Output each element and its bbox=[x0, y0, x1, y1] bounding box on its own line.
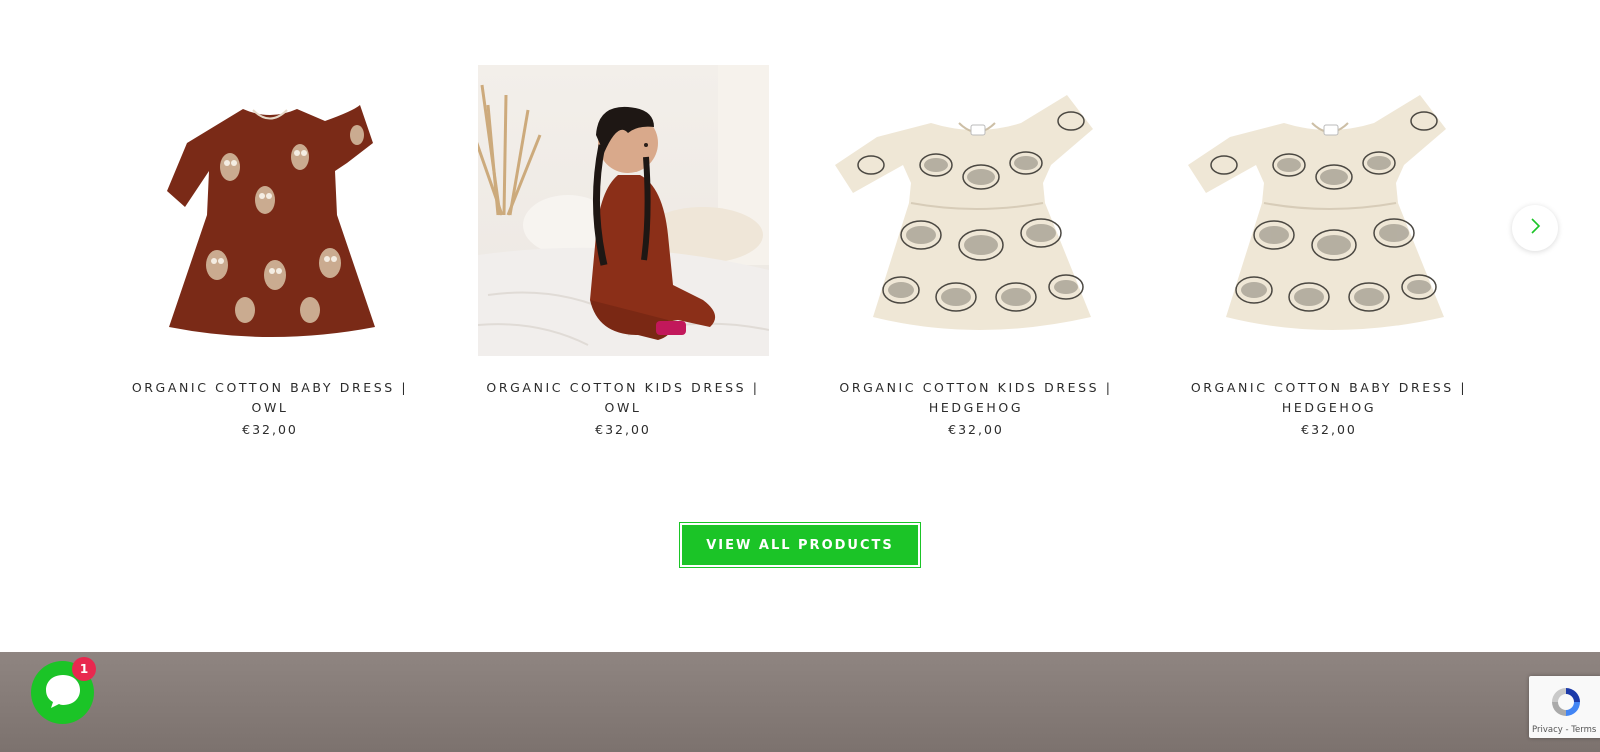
product-image[interactable] bbox=[1183, 65, 1475, 356]
product-title-line: ORGANIC COTTON BABY DRESS | bbox=[1190, 380, 1468, 395]
product-title-line: OWL bbox=[604, 400, 642, 415]
product-title-line: ORGANIC COTTON BABY DRESS | bbox=[131, 380, 409, 395]
hedgehog-dress-image bbox=[1183, 65, 1475, 356]
product-title-line: HEDGEHOG bbox=[928, 400, 1024, 415]
product-image[interactable] bbox=[477, 65, 769, 356]
page: ORGANIC COTTON BABY DRESS | OWL €32,00 O… bbox=[0, 0, 1600, 752]
product-title-line: ORGANIC COTTON KIDS DRESS | bbox=[486, 380, 760, 395]
hedgehog-dress-image bbox=[830, 65, 1122, 356]
product-image[interactable] bbox=[830, 65, 1122, 356]
product-card[interactable]: ORGANIC COTTON BABY DRESS | HEDGEHOG €32… bbox=[1179, 65, 1479, 437]
product-title[interactable]: ORGANIC COTTON BABY DRESS | HEDGEHOG bbox=[1179, 378, 1479, 418]
view-all-products-button[interactable]: VIEW ALL PRODUCTS bbox=[679, 522, 921, 568]
product-title[interactable]: ORGANIC COTTON BABY DRESS | OWL bbox=[120, 378, 420, 418]
product-price: €32,00 bbox=[242, 422, 298, 437]
product-title[interactable]: ORGANIC COTTON KIDS DRESS | HEDGEHOG bbox=[826, 378, 1126, 418]
product-title-line: HEDGEHOG bbox=[1281, 400, 1377, 415]
chat-notification-badge: 1 bbox=[72, 657, 96, 681]
recaptcha-badge[interactable]: Privacy - Terms bbox=[1529, 676, 1600, 738]
product-card[interactable]: ORGANIC COTTON KIDS DRESS | OWL €32,00 bbox=[473, 65, 773, 437]
product-price: €32,00 bbox=[948, 422, 1004, 437]
product-title[interactable]: ORGANIC COTTON KIDS DRESS | OWL bbox=[473, 378, 773, 418]
girl-photo-image bbox=[477, 65, 769, 356]
recaptcha-links[interactable]: Privacy - Terms bbox=[1532, 725, 1596, 735]
product-card[interactable]: ORGANIC COTTON KIDS DRESS | HEDGEHOG €32… bbox=[826, 65, 1126, 437]
product-title-line: ORGANIC COTTON KIDS DRESS | bbox=[839, 380, 1113, 395]
carousel-next-button[interactable] bbox=[1512, 205, 1558, 251]
footer bbox=[0, 652, 1600, 752]
owl-dress-image bbox=[124, 65, 416, 356]
product-price: €32,00 bbox=[595, 422, 651, 437]
product-card[interactable]: ORGANIC COTTON BABY DRESS | OWL €32,00 bbox=[120, 65, 420, 437]
product-image[interactable] bbox=[124, 65, 416, 356]
product-title-line: OWL bbox=[251, 400, 289, 415]
recaptcha-logo-icon bbox=[1549, 685, 1583, 723]
product-price: €32,00 bbox=[1301, 422, 1357, 437]
chevron-right-icon bbox=[1528, 217, 1542, 239]
product-carousel: ORGANIC COTTON BABY DRESS | OWL €32,00 O… bbox=[0, 0, 1600, 460]
